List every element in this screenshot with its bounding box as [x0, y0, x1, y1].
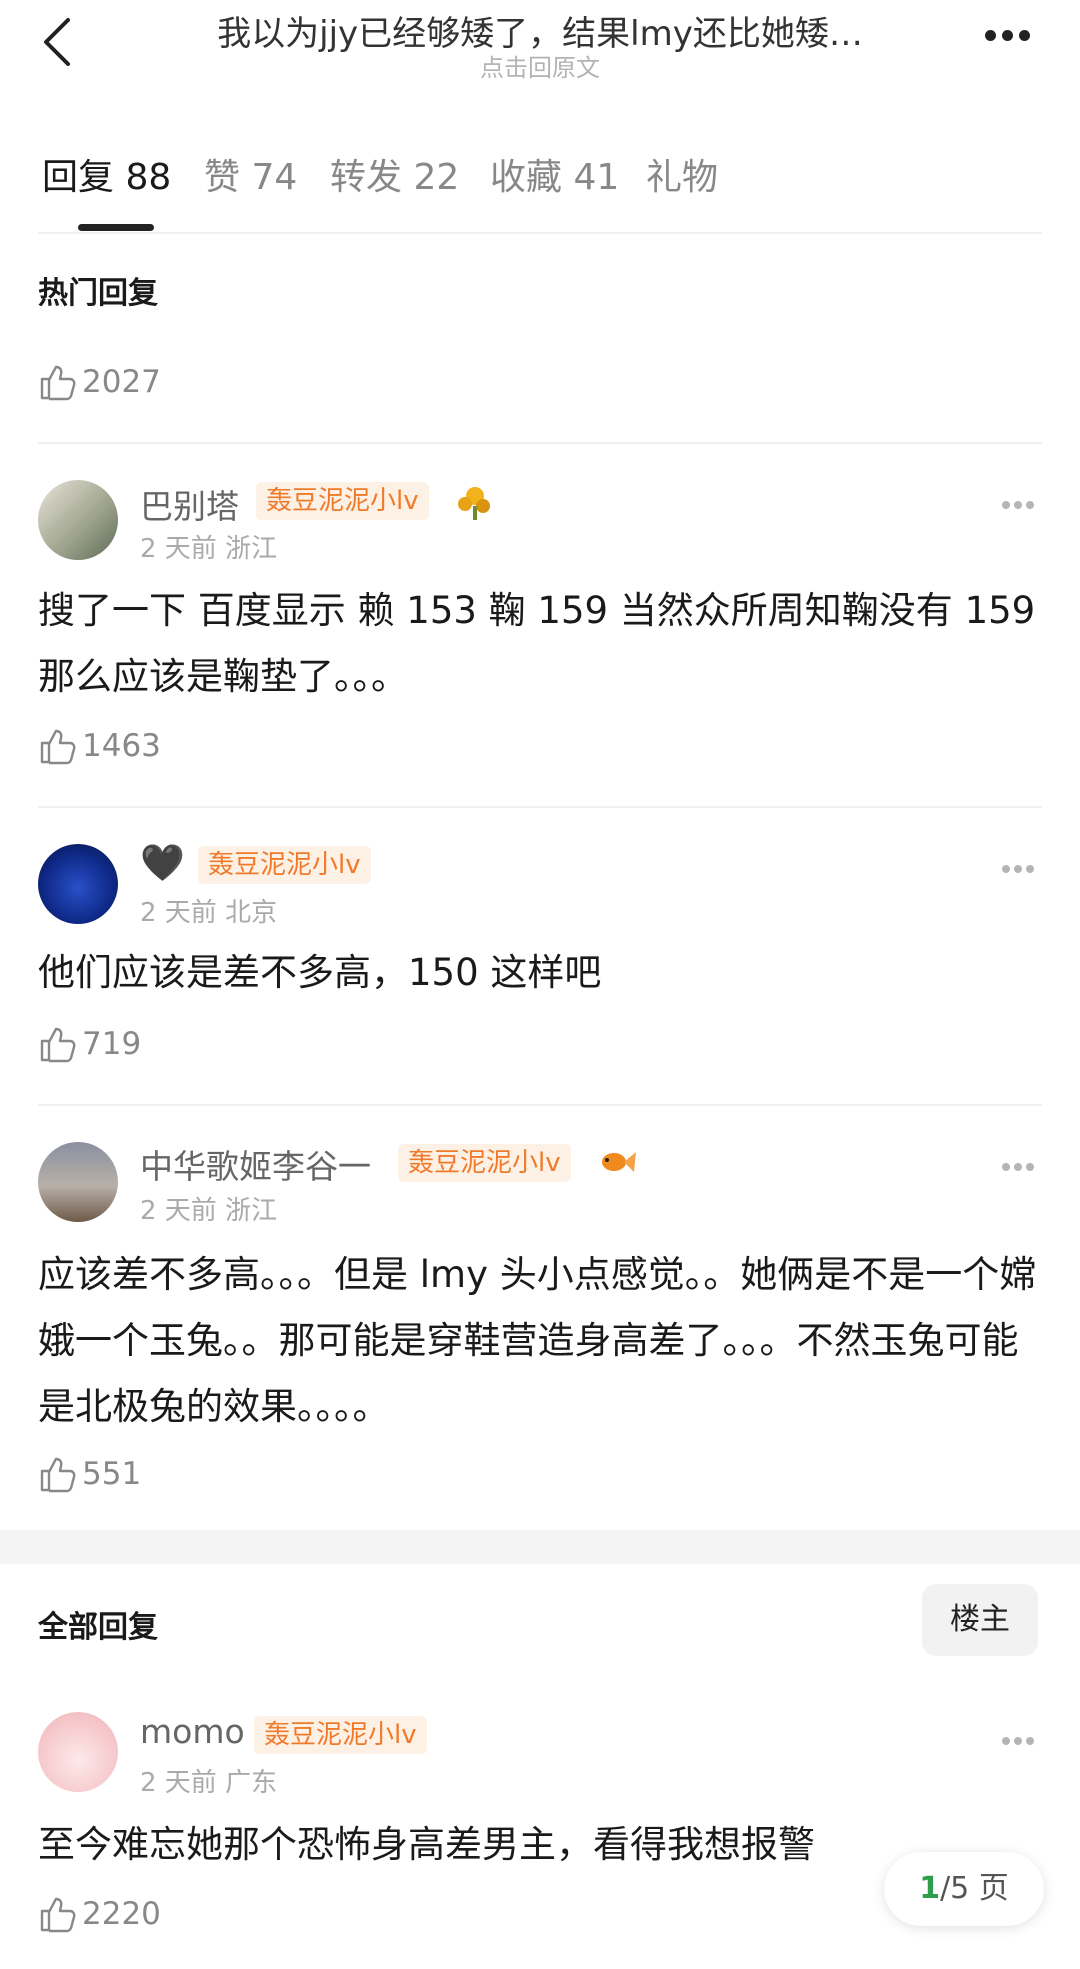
comment-more-icon[interactable]	[1000, 858, 1040, 873]
avatar[interactable]	[38, 480, 118, 560]
thumbs-up-icon	[40, 729, 76, 765]
fan-badge[interactable]: 轰豆泥泥小lv	[256, 482, 429, 520]
like-count: 551	[82, 1456, 142, 1492]
thumbs-up-icon	[40, 1027, 76, 1063]
like-count: 1463	[82, 728, 161, 764]
comment-more-icon[interactable]	[1000, 494, 1040, 509]
avatar[interactable]	[38, 1142, 118, 1222]
thumbs-up-icon	[40, 365, 76, 401]
fan-badge[interactable]: 轰豆泥泥小lv	[254, 1716, 427, 1754]
comment-text: 应该差不多高。。。但是 lmy 头小点感觉。。她俩是不是一个嫦娥一个玉兔。。那可…	[38, 1253, 1037, 1428]
back-to-original-link[interactable]: 点击回原文	[140, 48, 940, 83]
current-page: 1	[919, 1871, 941, 1906]
active-tab-indicator	[78, 224, 154, 231]
divider	[38, 806, 1042, 808]
username[interactable]: 巴别塔	[140, 480, 239, 528]
comment-more-icon[interactable]	[1000, 1156, 1040, 1171]
fan-badge[interactable]: 轰豆泥泥小lv	[198, 846, 371, 884]
owner-only-button[interactable]: 楼主	[922, 1584, 1038, 1656]
back-button[interactable]	[38, 14, 78, 70]
avatar[interactable]	[38, 844, 118, 924]
username[interactable]: momo	[140, 1712, 245, 1751]
page-indicator[interactable]: 1/5 页	[884, 1852, 1044, 1926]
like-button[interactable]: 551	[38, 1454, 141, 1494]
thumbs-up-icon	[40, 1457, 76, 1493]
tab-divider	[38, 232, 1042, 234]
fan-badge[interactable]: 轰豆泥泥小lv	[398, 1144, 571, 1182]
like-button[interactable]: 2220	[38, 1894, 161, 1934]
sunflower-icon	[458, 487, 490, 520]
like-count: 2220	[82, 1896, 161, 1932]
divider	[38, 1104, 1042, 1106]
like-count: 719	[82, 1026, 142, 1062]
hot-replies-title: 热门回复	[38, 276, 158, 311]
goldfish-icon	[602, 1152, 636, 1172]
all-replies-title: 全部回复	[38, 1610, 158, 1645]
tab-gifts[interactable]: 礼物	[646, 148, 718, 200]
like-button[interactable]: 2027	[38, 362, 161, 402]
username[interactable]: 中华歌姬李谷一	[140, 1140, 371, 1188]
like-button[interactable]: 719	[38, 1024, 141, 1064]
avatar[interactable]	[38, 1712, 118, 1792]
tab-reposts[interactable]: 转发 22	[330, 148, 459, 200]
like-count: 2027	[82, 364, 161, 400]
total-pages: /5 页	[940, 1871, 1009, 1906]
section-separator	[0, 1530, 1080, 1564]
tab-bar: 回复 88 赞 74 转发 22 收藏 41 礼物	[0, 148, 1080, 208]
comment-meta: 2 天前 北京	[140, 898, 278, 928]
like-button[interactable]: 1463	[38, 726, 161, 766]
comment-text: 他们应该是差不多高，150 这样吧	[38, 951, 602, 994]
comment-meta: 2 天前 浙江	[140, 534, 278, 564]
comment-meta: 2 天前 浙江	[140, 1196, 278, 1226]
divider	[38, 442, 1042, 444]
tab-favorites[interactable]: 收藏 41	[490, 148, 619, 200]
comment-text: 至今难忘她那个恐怖身高差男主，看得我想报警	[38, 1823, 815, 1866]
comment-more-icon[interactable]	[1000, 1730, 1040, 1745]
tab-likes[interactable]: 赞 74	[204, 148, 297, 200]
username[interactable]: 🖤	[140, 842, 185, 884]
comment-text: 搜了一下 百度显示 赖 153 鞠 159 当然众所周知鞠没有 159 那么应该…	[38, 589, 1036, 698]
comment-meta: 2 天前 广东	[140, 1768, 278, 1798]
more-options-icon[interactable]	[982, 26, 1042, 56]
tab-replies[interactable]: 回复 88	[42, 148, 171, 200]
chevron-left-icon	[44, 18, 70, 66]
thumbs-up-icon	[40, 1897, 76, 1933]
